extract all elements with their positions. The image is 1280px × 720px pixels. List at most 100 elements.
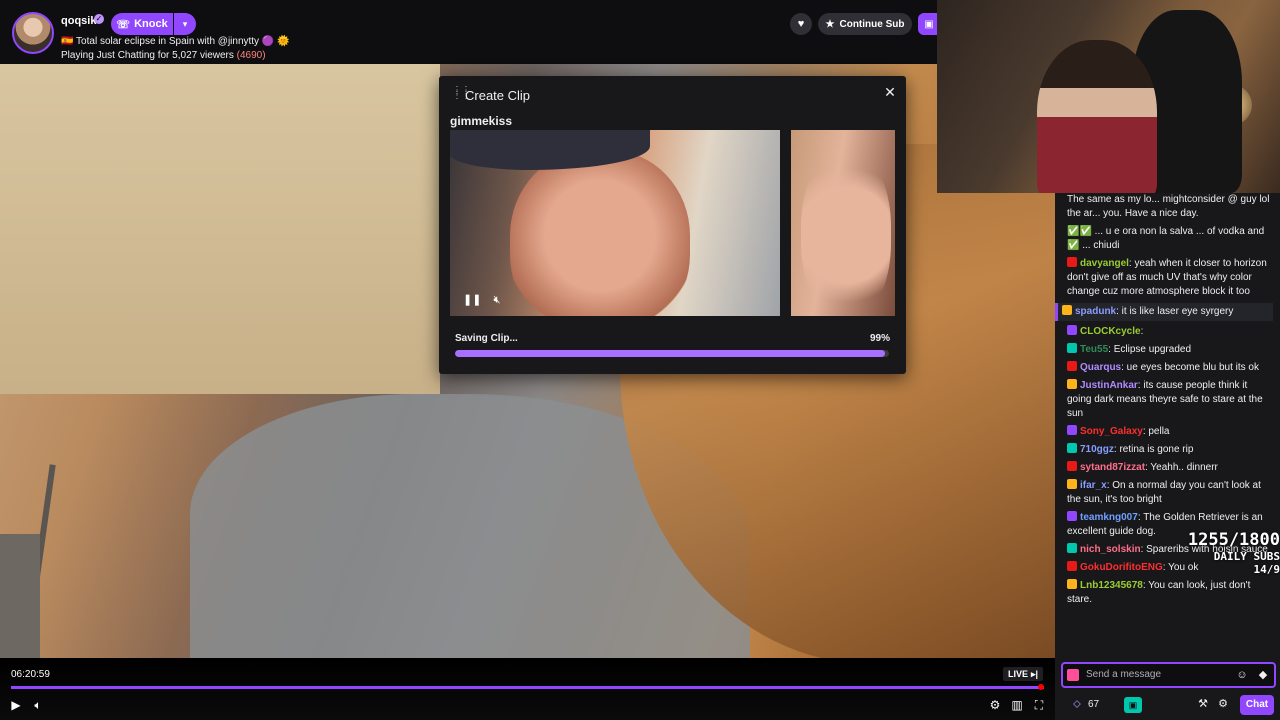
mute-icon[interactable]: 🔇︎ <box>490 293 504 307</box>
sub-goal-counter: 1255/1800 <box>1187 530 1280 550</box>
verified-badge-icon: ✓ <box>94 14 104 24</box>
chat-username[interactable]: 710ggz <box>1080 444 1114 455</box>
channel-avatar[interactable] <box>12 12 54 54</box>
chat-badge-icon[interactable] <box>1067 361 1077 371</box>
viewers-extra: (4690) <box>236 50 266 61</box>
chat-settings-icon[interactable]: ⚙ <box>1216 697 1230 711</box>
clip-progress-track <box>455 350 889 357</box>
claim-bonus-icon[interactable]: ▣ <box>1124 697 1142 713</box>
channel-points-icon[interactable]: ⬦ <box>1070 697 1084 711</box>
chat-badge-icon[interactable] <box>1067 511 1077 521</box>
theatre-mode-icon[interactable]: ▥ <box>1009 697 1025 713</box>
webcam-streamer <box>1037 40 1157 193</box>
chat-username[interactable]: Lnb12345678 <box>1080 580 1143 591</box>
modal-title: Create Clip <box>465 88 531 103</box>
chat-message-text: : Yeahh.. dinnerr <box>1145 462 1218 473</box>
chat-message: Lnb12345678: You can look, just don't st… <box>1063 579 1273 607</box>
stream-uptime: 06:20:59 <box>11 669 50 680</box>
clip-preview-face <box>510 150 690 316</box>
bits-icon[interactable]: ◆ <box>1256 668 1270 682</box>
chat-identity-badge[interactable] <box>1067 669 1079 681</box>
chat-username[interactable]: Quarqus <box>1080 362 1121 373</box>
chat-badge-icon[interactable] <box>1067 461 1077 471</box>
chat-username[interactable]: GokuDorifitoENG <box>1080 562 1163 573</box>
knock-button[interactable]: ☏ Knock <box>111 13 173 35</box>
chat-message: davyangel: yeah when it closer to horizo… <box>1063 257 1273 299</box>
chat-username[interactable]: CLOCKcycle <box>1080 326 1141 337</box>
chat-message-text: : it is like laser eye syrgery <box>1116 306 1234 317</box>
chat-message: JustinAnkar: its cause people think it g… <box>1063 379 1273 421</box>
daily-subs-counter: DAILY SUBS 14/9 <box>1213 550 1280 576</box>
star-icon: ★ <box>825 18 835 30</box>
webcam-overlay <box>937 0 1280 193</box>
chat-message: sytand87izzat: Yeahh.. dinnerr <box>1063 461 1273 475</box>
volume-icon[interactable]: 🔈︎ <box>30 697 46 713</box>
drag-handle-icon[interactable]: ⋮⋮⋮⋮ <box>452 86 471 102</box>
seek-bar[interactable] <box>11 686 1044 689</box>
knock-label: Knock <box>134 18 168 30</box>
chat-badge-icon[interactable] <box>1067 579 1077 589</box>
chat-message: ifar_x: On a normal day you can't look a… <box>1063 479 1273 507</box>
chat-message-text: The same as my lo... mightconsider @ guy… <box>1067 194 1270 219</box>
emote-picker-icon[interactable]: ☺ <box>1235 668 1249 682</box>
continue-sub-button[interactable]: ★ Continue Sub <box>818 13 912 35</box>
chat-message: Sony_Galaxy: pella <box>1063 425 1273 439</box>
chat-badge-icon[interactable] <box>1067 343 1077 353</box>
knock-dropdown-button[interactable]: ▾ <box>174 13 196 35</box>
gear-icon[interactable]: ⚙ <box>987 697 1003 713</box>
chat-placeholder: Send a message <box>1086 669 1162 680</box>
play-icon[interactable]: ▶ <box>8 697 24 713</box>
chat-message: 710ggz: retina is gone rip <box>1063 443 1273 457</box>
chat-badge-icon[interactable] <box>1062 305 1072 315</box>
video-building <box>0 534 40 658</box>
chat-username[interactable]: ifar_x <box>1080 480 1107 491</box>
live-label: LIVE <box>1007 669 1028 679</box>
fullscreen-icon[interactable]: ⛶ <box>1031 697 1047 713</box>
chat-message-text: : ue eyes become blu but its ok <box>1121 362 1259 373</box>
chat-message-text: : retina is gone rip <box>1113 444 1194 455</box>
playing-text: Playing Just Chatting for 5,027 viewers <box>61 50 237 61</box>
video-sky <box>0 64 440 394</box>
close-icon[interactable]: ✕ <box>883 85 897 99</box>
saving-clip-label: Saving Clip... <box>455 333 518 344</box>
chat-message: The same as my lo... mightconsider @ guy… <box>1063 193 1273 221</box>
chat-message: CLOCKcycle: <box>1063 325 1273 339</box>
chat-username[interactable]: Sony_Galaxy <box>1080 426 1143 437</box>
seek-handle[interactable] <box>1038 684 1044 690</box>
pause-icon[interactable]: ❚❚ <box>463 293 481 307</box>
chat-username[interactable]: JustinAnkar <box>1080 380 1138 391</box>
clip-preview-thumbnail[interactable] <box>791 130 895 316</box>
chat-message: ✅✅ ... u e ora non la salva ... of vodka… <box>1063 225 1273 253</box>
chat-badge-icon[interactable] <box>1067 561 1077 571</box>
chat-badge-icon[interactable] <box>1067 425 1077 435</box>
chat-badge-icon[interactable] <box>1067 257 1077 267</box>
follow-button[interactable]: ♥ <box>790 13 812 35</box>
skip-to-live-icon: ▸| <box>1030 668 1039 679</box>
chat-username[interactable]: teamkng007 <box>1080 512 1138 523</box>
knock-icon: ☏ <box>116 18 131 31</box>
chat-message: Quarqus: ue eyes become blu but its ok <box>1063 361 1273 375</box>
live-button[interactable]: LIVE ▸| <box>1003 667 1043 681</box>
mod-tools-icon[interactable]: ⚒ <box>1196 697 1210 711</box>
chat-badge-icon[interactable] <box>1067 325 1077 335</box>
chat-send-button[interactable]: Chat <box>1240 695 1274 715</box>
chat-username[interactable]: Teu55 <box>1080 344 1108 355</box>
stream-meta: Playing Just Chatting for 5,027 viewers … <box>61 50 266 61</box>
chat-message-text: : <box>1140 326 1144 337</box>
clip-preview[interactable] <box>450 130 780 316</box>
channel-points-count: 67 <box>1088 699 1100 710</box>
continue-sub-label: Continue Sub <box>839 18 905 30</box>
chat-badge-icon[interactable] <box>1067 443 1077 453</box>
chat-username[interactable]: nich_solskin <box>1080 544 1141 555</box>
chat-badge-icon[interactable] <box>1067 379 1077 389</box>
chat-username[interactable]: sytand87izzat <box>1080 462 1145 473</box>
stream-title: 🇪🇸 Total solar eclipse in Spain with @ji… <box>61 36 290 47</box>
channel-name[interactable]: qoqsik <box>61 15 96 27</box>
chevron-down-icon: ▾ <box>182 18 188 29</box>
clip-thumbnail-face <box>801 150 891 316</box>
chat-username[interactable]: davyangel <box>1080 258 1129 269</box>
chat-badge-icon[interactable] <box>1067 543 1077 553</box>
gift-icon: ▣ <box>924 18 934 30</box>
chat-username[interactable]: spadunk <box>1075 306 1116 317</box>
chat-badge-icon[interactable] <box>1067 479 1077 489</box>
